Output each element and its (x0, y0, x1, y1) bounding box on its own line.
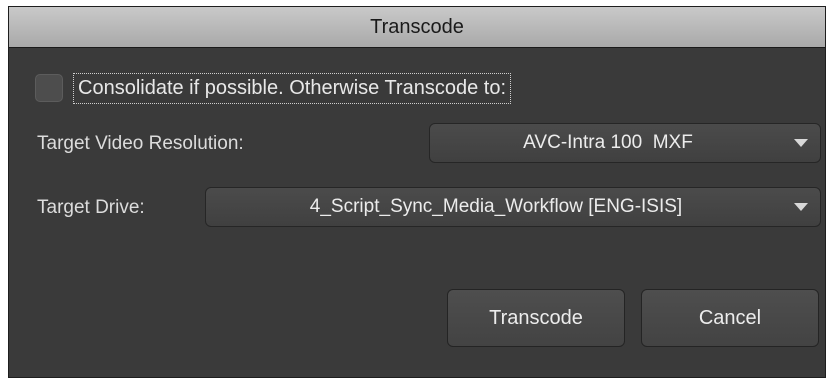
chevron-down-icon (794, 139, 808, 147)
target-drive-value: 4_Script_Sync_Media_Workflow [ENG-ISIS] (309, 196, 683, 217)
consolidate-label[interactable]: Consolidate if possible. Otherwise Trans… (73, 72, 511, 104)
target-video-resolution-value: AVC-Intra 100 MXF (523, 132, 693, 153)
dialog-title: Transcode (9, 7, 825, 48)
consolidate-checkbox[interactable] (35, 74, 63, 102)
target-video-resolution-dropdown[interactable]: AVC-Intra 100 MXF (429, 123, 821, 163)
target-drive-dropdown[interactable]: 4_Script_Sync_Media_Workflow [ENG-ISIS] (205, 187, 821, 227)
target-video-resolution-label: Target Video Resolution: (37, 133, 244, 154)
transcode-button[interactable]: Transcode (447, 289, 625, 347)
consolidate-option[interactable]: Consolidate if possible. Otherwise Trans… (35, 69, 511, 107)
chevron-down-icon (794, 203, 808, 211)
transcode-dialog: Transcode Consolidate if possible. Other… (8, 6, 826, 378)
cancel-button[interactable]: Cancel (641, 289, 819, 347)
target-drive-label: Target Drive: (37, 197, 145, 218)
